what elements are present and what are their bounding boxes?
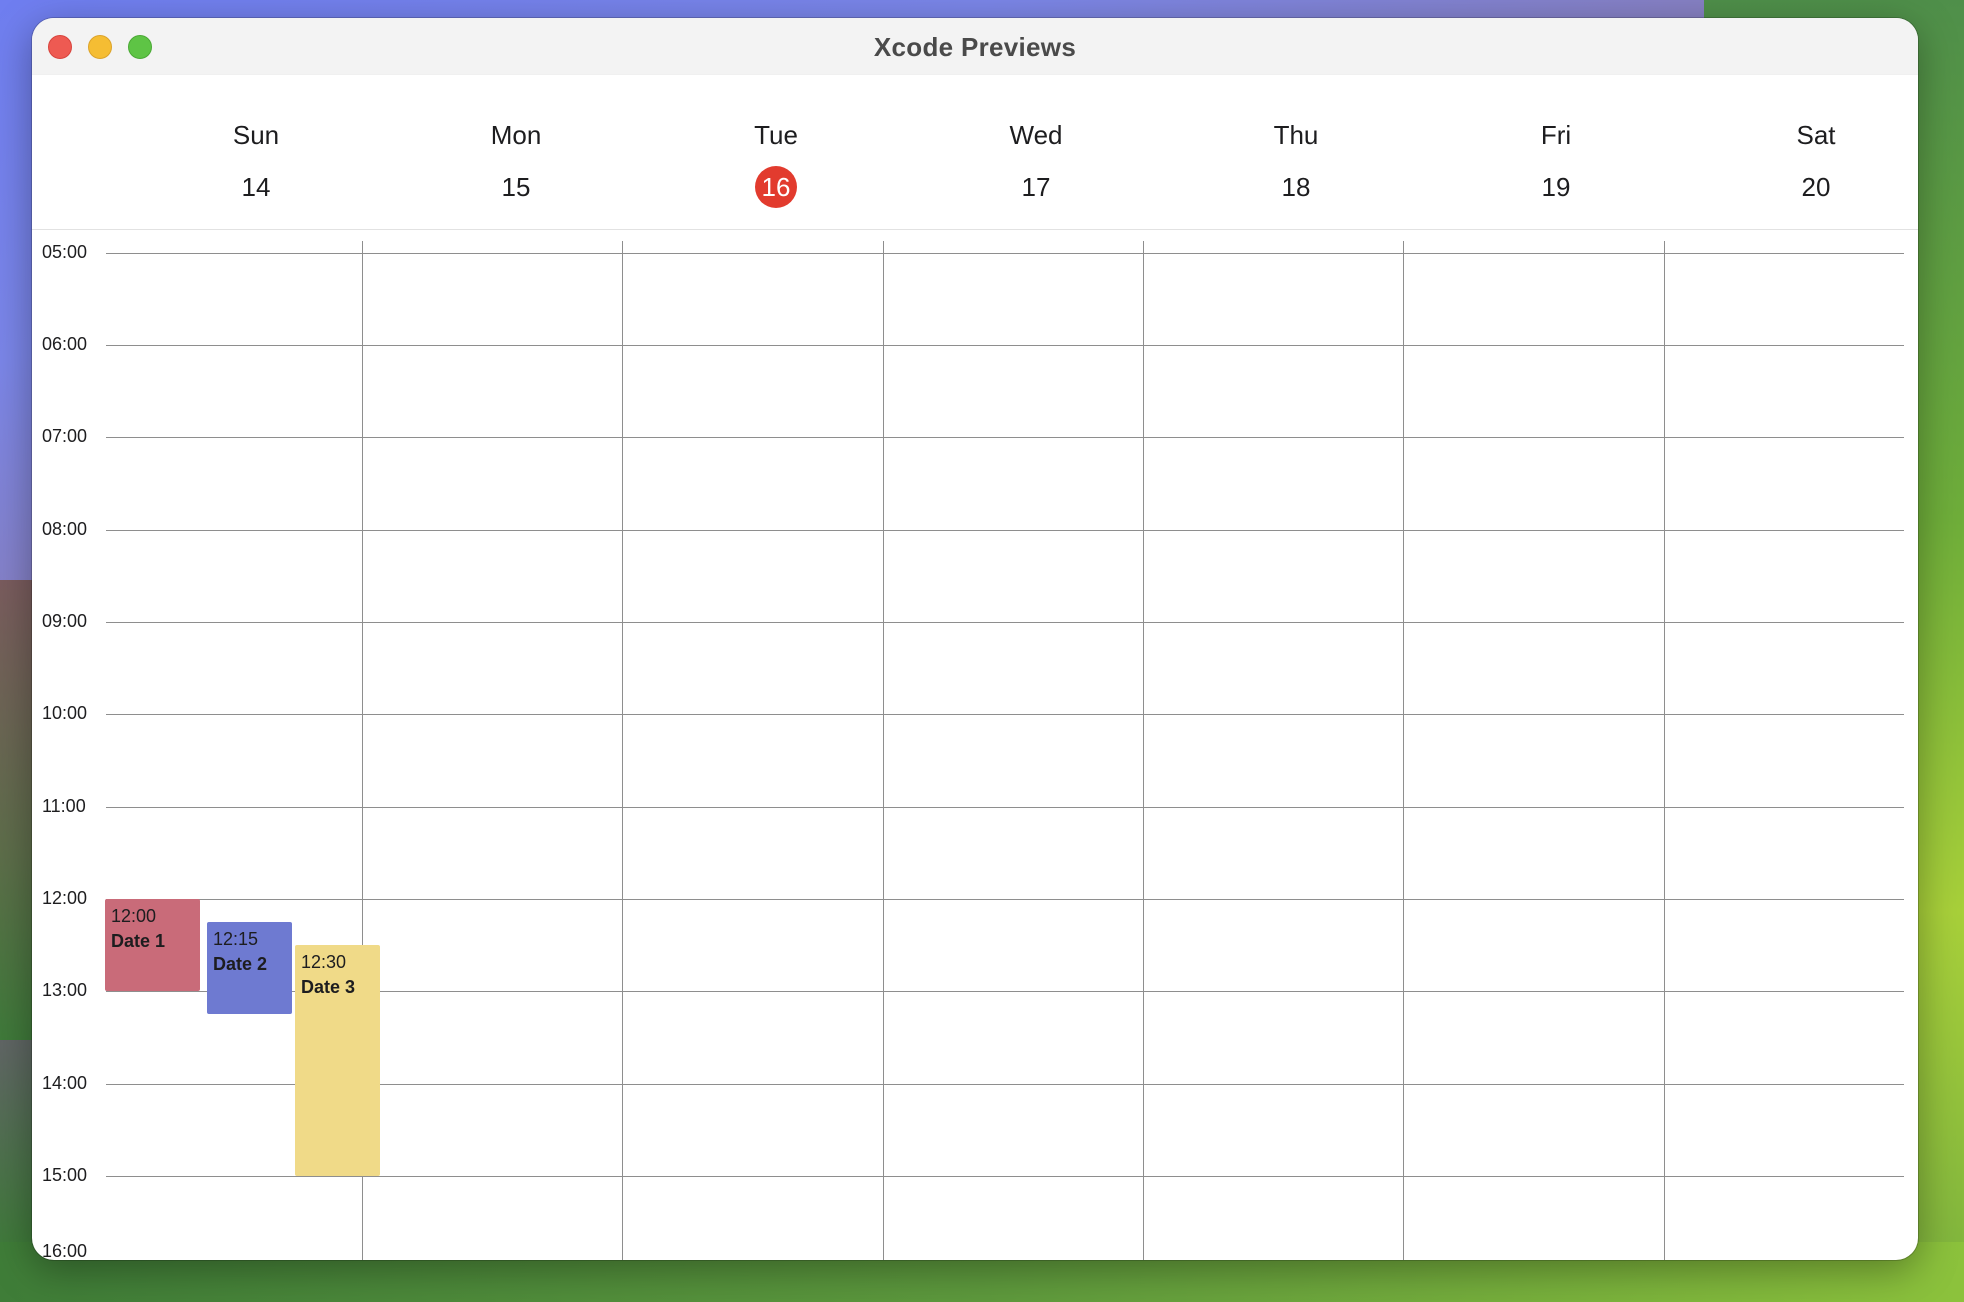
day-header-tue[interactable]: Tue 16 — [646, 74, 906, 229]
hour-label: 05:00 — [42, 242, 88, 262]
day-number: 15 — [501, 172, 531, 202]
preview-window: Xcode Previews Sun 14 Mon 15 Tue 16 Wed … — [32, 18, 1918, 1260]
week-grid[interactable]: 05:00 06:00 07:00 08:00 09:00 10:00 11:0… — [32, 229, 1918, 1260]
hour-gridline — [106, 253, 1904, 254]
day-separator — [1143, 241, 1144, 1260]
day-header-mon[interactable]: Mon 15 — [386, 74, 646, 229]
hour-label: 11:00 — [42, 796, 86, 816]
event-time: 12:00 — [111, 906, 157, 926]
day-name: Mon — [490, 120, 542, 150]
hour-gridline — [106, 714, 1904, 715]
hour-label: 09:00 — [42, 611, 88, 631]
day-name: Tue — [754, 120, 798, 150]
hour-label: 12:00 — [42, 888, 88, 908]
day-name: Sun — [232, 120, 280, 150]
day-number: 17 — [1021, 172, 1051, 202]
today-badge: 16 — [646, 166, 906, 208]
day-name: Sat — [1796, 120, 1836, 150]
hour-label: 07:00 — [42, 426, 88, 446]
hour-gridline — [106, 437, 1904, 438]
event-title: Date 3 — [301, 977, 356, 997]
day-number: 19 — [1541, 172, 1571, 202]
day-separator — [622, 241, 623, 1260]
hour-gridline — [106, 807, 1904, 808]
hour-gridline — [106, 899, 1904, 900]
hour-label: 10:00 — [42, 703, 88, 723]
title-bar[interactable]: Xcode Previews — [32, 18, 1918, 75]
day-number: 20 — [1801, 172, 1831, 202]
hour-gridline — [106, 622, 1904, 623]
day-header-sat[interactable]: Sat 20 — [1686, 74, 1918, 229]
window-title: Xcode Previews — [873, 32, 1077, 62]
day-number: 14 — [241, 172, 271, 202]
event-time: 12:15 — [213, 929, 259, 949]
day-name: Thu — [1273, 120, 1319, 150]
hour-gridline — [106, 1176, 1904, 1177]
hour-label: 14:00 — [42, 1073, 88, 1093]
hour-gridline — [106, 345, 1904, 346]
calendar-event[interactable]: 12:00 Date 1 — [105, 899, 200, 991]
calendar-event[interactable]: 12:30 Date 3 — [295, 945, 380, 1176]
day-separator — [883, 241, 884, 1260]
day-separator — [1403, 241, 1404, 1260]
day-header-sun[interactable]: Sun 14 — [126, 74, 386, 229]
hour-gridline — [106, 530, 1904, 531]
day-name: Fri — [1540, 120, 1572, 150]
day-name: Wed — [1009, 120, 1063, 150]
event-time: 12:30 — [301, 952, 347, 972]
day-separator — [1664, 241, 1665, 1260]
hour-label: 13:00 — [42, 980, 88, 1000]
day-header-wed[interactable]: Wed 17 — [906, 74, 1166, 229]
hour-label: 08:00 — [42, 519, 88, 539]
hour-label: 15:00 — [42, 1165, 88, 1185]
event-title: Date 1 — [111, 931, 166, 951]
day-header-fri[interactable]: Fri 19 — [1426, 74, 1686, 229]
day-number: 16 — [755, 166, 797, 208]
calendar-event[interactable]: 12:15 Date 2 — [207, 922, 292, 1014]
event-title: Date 2 — [213, 954, 268, 974]
hour-label: 06:00 — [42, 334, 88, 354]
day-header-thu[interactable]: Thu 18 — [1166, 74, 1426, 229]
hour-label: 16:00 — [42, 1241, 88, 1260]
day-number: 18 — [1281, 172, 1311, 202]
week-header: Sun 14 Mon 15 Tue 16 Wed 17 Thu 18 Fri 1… — [32, 74, 1918, 230]
